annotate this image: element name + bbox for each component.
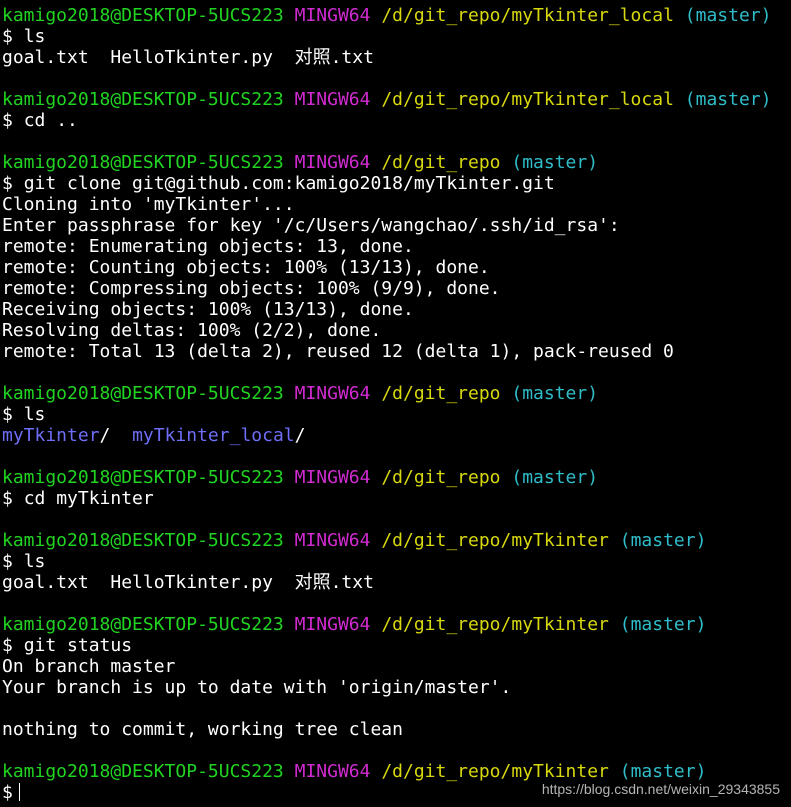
prompt-user-host: kamigo2018@DESKTOP-5UCS223 bbox=[2, 383, 284, 404]
prompt-branch: (master) bbox=[684, 5, 772, 26]
prompt-branch: (master) bbox=[619, 614, 707, 635]
directory-listing: myTkinter/ myTkinter_local/ bbox=[2, 425, 789, 446]
command-line: $ ls bbox=[2, 551, 789, 572]
output-line: goal.txt HelloTkinter.py 对照.txt bbox=[2, 572, 374, 593]
terminal-window[interactable]: kamigo2018@DESKTOP-5UCS223 MINGW64 /d/gi… bbox=[2, 5, 789, 803]
prompt-path: /d/git_repo/myTkinter_local bbox=[381, 5, 674, 26]
prompt-line: kamigo2018@DESKTOP-5UCS223 MINGW64 /d/gi… bbox=[2, 89, 789, 110]
command-line: $ ls bbox=[2, 404, 789, 425]
prompt-path: /d/git_repo bbox=[381, 152, 501, 173]
command-text: ls bbox=[23, 404, 46, 425]
output-line: Resolving deltas: 100% (2/2), done. bbox=[2, 320, 382, 341]
prompt-line: kamigo2018@DESKTOP-5UCS223 MINGW64 /d/gi… bbox=[2, 530, 789, 551]
prompt-system: MINGW64 bbox=[294, 152, 371, 173]
prompt-user-host: kamigo2018@DESKTOP-5UCS223 bbox=[2, 5, 284, 26]
output-line: Enter passphrase for key '/c/Users/wangc… bbox=[2, 215, 620, 236]
command-text: cd myTkinter bbox=[23, 488, 154, 509]
prompt-path: /d/git_repo/myTkinter_local bbox=[381, 89, 674, 110]
output-line: remote: Compressing objects: 100% (9/9),… bbox=[2, 278, 501, 299]
command-text: ls bbox=[23, 551, 46, 572]
prompt-line: kamigo2018@DESKTOP-5UCS223 MINGW64 /d/gi… bbox=[2, 761, 789, 782]
prompt-path: /d/git_repo bbox=[381, 383, 501, 404]
command-line: $ git clone git@github.com:kamigo2018/my… bbox=[2, 173, 789, 194]
output-line: Cloning into 'myTkinter'... bbox=[2, 194, 295, 215]
prompt-symbol: $ bbox=[2, 782, 13, 803]
output-line: remote: Counting objects: 100% (13/13), … bbox=[2, 257, 490, 278]
prompt-user-host: kamigo2018@DESKTOP-5UCS223 bbox=[2, 614, 284, 635]
text-cursor bbox=[18, 783, 20, 801]
prompt-system: MINGW64 bbox=[294, 5, 371, 26]
prompt-line: kamigo2018@DESKTOP-5UCS223 MINGW64 /d/gi… bbox=[2, 383, 789, 404]
prompt-branch: (master) bbox=[619, 530, 707, 551]
prompt-line: kamigo2018@DESKTOP-5UCS223 MINGW64 /d/gi… bbox=[2, 152, 789, 173]
prompt-system: MINGW64 bbox=[294, 614, 371, 635]
prompt-path: /d/git_repo/myTkinter bbox=[381, 530, 609, 551]
output-line: Your branch is up to date with 'origin/m… bbox=[2, 677, 512, 698]
command-line: $ ls bbox=[2, 26, 789, 47]
command-text: git status bbox=[23, 635, 133, 656]
directory-entry: myTkinter bbox=[2, 425, 100, 446]
output-line: goal.txt HelloTkinter.py 对照.txt bbox=[2, 47, 374, 68]
prompt-path: /d/git_repo bbox=[381, 467, 501, 488]
output-line: remote: Total 13 (delta 2), reused 12 (d… bbox=[2, 341, 674, 362]
prompt-branch: (master) bbox=[511, 467, 599, 488]
command-text: git clone git@github.com:kamigo2018/myTk… bbox=[23, 173, 555, 194]
prompt-system: MINGW64 bbox=[294, 761, 371, 782]
command-line: $ cd .. bbox=[2, 110, 789, 131]
prompt-system: MINGW64 bbox=[294, 467, 371, 488]
prompt-user-host: kamigo2018@DESKTOP-5UCS223 bbox=[2, 530, 284, 551]
command-text: ls bbox=[23, 26, 46, 47]
prompt-symbol: $ bbox=[2, 173, 13, 194]
watermark: https://blog.csdn.net/weixin_29343855 bbox=[541, 781, 780, 797]
prompt-line: kamigo2018@DESKTOP-5UCS223 MINGW64 /d/gi… bbox=[2, 614, 789, 635]
output-line: nothing to commit, working tree clean bbox=[2, 719, 403, 740]
prompt-branch: (master) bbox=[619, 761, 707, 782]
prompt-symbol: $ bbox=[2, 26, 13, 47]
prompt-symbol: $ bbox=[2, 110, 13, 131]
directory-entry: myTkinter_local bbox=[132, 425, 295, 446]
prompt-symbol: $ bbox=[2, 551, 13, 572]
directory-separator: / bbox=[99, 425, 111, 446]
output-line: remote: Enumerating objects: 13, done. bbox=[2, 236, 414, 257]
prompt-user-host: kamigo2018@DESKTOP-5UCS223 bbox=[2, 761, 284, 782]
prompt-path: /d/git_repo/myTkinter bbox=[381, 761, 609, 782]
prompt-user-host: kamigo2018@DESKTOP-5UCS223 bbox=[2, 89, 284, 110]
prompt-branch: (master) bbox=[511, 383, 599, 404]
prompt-system: MINGW64 bbox=[294, 530, 371, 551]
prompt-line: kamigo2018@DESKTOP-5UCS223 MINGW64 /d/gi… bbox=[2, 467, 789, 488]
prompt-line: kamigo2018@DESKTOP-5UCS223 MINGW64 /d/gi… bbox=[2, 5, 789, 26]
command-text: cd .. bbox=[23, 110, 78, 131]
prompt-system: MINGW64 bbox=[294, 89, 371, 110]
prompt-branch: (master) bbox=[511, 152, 599, 173]
directory-separator: / bbox=[294, 425, 306, 446]
prompt-user-host: kamigo2018@DESKTOP-5UCS223 bbox=[2, 467, 284, 488]
prompt-symbol: $ bbox=[2, 488, 13, 509]
prompt-symbol: $ bbox=[2, 635, 13, 656]
prompt-system: MINGW64 bbox=[294, 383, 371, 404]
prompt-user-host: kamigo2018@DESKTOP-5UCS223 bbox=[2, 152, 284, 173]
output-line: Receiving objects: 100% (13/13), done. bbox=[2, 299, 414, 320]
output-line: On branch master bbox=[2, 656, 176, 677]
prompt-path: /d/git_repo/myTkinter bbox=[381, 614, 609, 635]
command-line: $ cd myTkinter bbox=[2, 488, 789, 509]
prompt-branch: (master) bbox=[684, 89, 772, 110]
prompt-symbol: $ bbox=[2, 404, 13, 425]
command-line: $ git status bbox=[2, 635, 789, 656]
